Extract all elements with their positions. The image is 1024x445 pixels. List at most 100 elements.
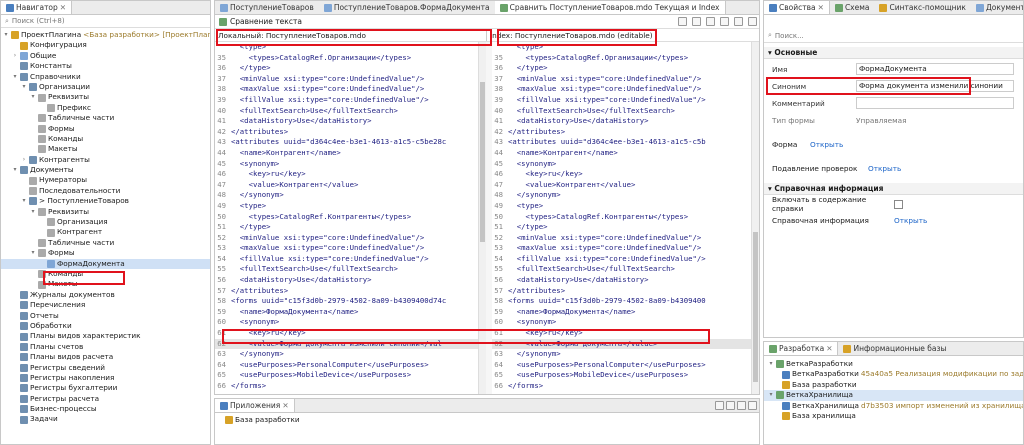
code-line[interactable]: <type> xyxy=(492,42,751,53)
code-line[interactable]: 39 <fillValue xsi:type="core:UndefinedVa… xyxy=(215,95,478,106)
prop-help-link[interactable]: Открыть xyxy=(894,216,927,225)
code-line[interactable]: 63 </synonym> xyxy=(215,349,478,360)
branch-dev-commit[interactable]: ВеткаРазработки 45a40a5 Реализация модифи… xyxy=(764,369,1023,379)
code-line[interactable]: 63 </synonym> xyxy=(492,349,751,360)
prop-form-link[interactable]: Открыть xyxy=(810,140,843,149)
navigator-item[interactable]: ▾ Организации xyxy=(1,82,210,92)
next-change-button[interactable] xyxy=(734,17,743,26)
code-line[interactable]: <type> xyxy=(215,42,478,53)
expand-toggle-icon[interactable]: ▾ xyxy=(12,165,18,175)
code-line[interactable]: 61 <key>ru</key> xyxy=(492,328,751,339)
tab-navigator[interactable]: Навигатор ✕ xyxy=(1,1,73,14)
navigator-item[interactable]: Организация xyxy=(1,217,210,227)
tab-infobases[interactable]: Информационные базы xyxy=(838,342,951,355)
code-line[interactable]: 36 </type> xyxy=(492,63,751,74)
navigator-item[interactable]: ▾ Формы xyxy=(1,248,210,258)
code-line[interactable]: 44 <name>Контрагент</name> xyxy=(492,148,751,159)
prev-diff-button[interactable] xyxy=(720,17,729,26)
navigator-item[interactable]: Отчеты xyxy=(1,311,210,321)
code-line[interactable]: 56 <dataHistory>Use</dataHistory> xyxy=(215,275,478,286)
left-code[interactable]: <type> 35 <types>CatalogRef.Организации</… xyxy=(215,42,479,394)
code-line[interactable]: 60 <synonym> xyxy=(215,317,478,328)
navigator-item[interactable]: ▾ > ПоступлениеТоваров xyxy=(1,196,210,206)
navigator-item[interactable]: › Общие xyxy=(1,51,210,61)
code-line[interactable]: 43 <attributes uuid="d364c4ee-b3e1-4613-a… xyxy=(492,137,751,148)
section-help[interactable]: ▾ Справочная информация xyxy=(764,183,1023,195)
expand-toggle-icon[interactable]: ▾ xyxy=(30,207,36,217)
navigator-search-input[interactable] xyxy=(11,17,192,25)
code-line[interactable]: 58 <forms uuid="c15f3d0b-2979-4502-8a09-b… xyxy=(215,296,478,307)
branch-dev-db[interactable]: База разработки xyxy=(764,380,1023,390)
code-line[interactable]: 55 <fullTextSearch>Use</fullTextSearch> xyxy=(215,264,478,275)
prop-highlight-link[interactable]: Открыть xyxy=(868,164,901,173)
navigator-item[interactable]: Планы видов расчета xyxy=(1,352,210,362)
code-line[interactable]: 44 <name>Контрагент</name> xyxy=(215,148,478,159)
navigator-item[interactable]: ▾ ПроектПлагина <База разработки> [ПроектП… xyxy=(1,30,210,40)
tab-docs[interactable]: Документиру xyxy=(971,1,1023,14)
code-line[interactable]: 62 <value>Форма документа</value> xyxy=(491,338,752,350)
code-line[interactable]: 45 <synonym> xyxy=(492,159,751,170)
navigator-item[interactable]: Бизнес-процессы xyxy=(1,404,210,414)
navigator-item[interactable]: Контрагент xyxy=(1,227,210,237)
code-line[interactable]: 35 <types>CatalogRef.Организации</types> xyxy=(215,53,478,64)
code-line[interactable]: 52 <minValue xsi:type="core:UndefinedVal… xyxy=(215,233,478,244)
navigator-item[interactable]: Обработки xyxy=(1,321,210,331)
tab-editor-1[interactable]: ПоступлениеТоваров xyxy=(215,1,319,14)
code-line[interactable]: 39 <fillValue xsi:type="core:UndefinedVa… xyxy=(492,95,751,106)
include-help-checkbox[interactable] xyxy=(894,199,903,209)
code-line[interactable]: 42 </attributes> xyxy=(215,127,478,138)
application-item[interactable]: База разработки xyxy=(215,413,759,427)
section-main[interactable]: ▾ Основные xyxy=(764,47,1023,59)
navigator-item[interactable]: Конфигурация xyxy=(1,40,210,50)
branch-storage[interactable]: ▾ ВеткаХранилища xyxy=(764,390,1023,401)
tab-applications[interactable]: Приложения ✕ xyxy=(215,399,295,412)
navigator-item[interactable]: ▾ Документы xyxy=(1,165,210,175)
debug-button[interactable] xyxy=(726,401,735,410)
tab-properties[interactable]: Свойства ✕ xyxy=(764,1,830,14)
right-scrollbar[interactable] xyxy=(751,42,759,394)
code-line[interactable]: 49 <type> xyxy=(215,201,478,212)
code-line[interactable]: 46 <key>ru</key> xyxy=(215,169,478,180)
navigator-item[interactable]: Перечисления xyxy=(1,300,210,310)
expand-toggle-icon[interactable]: ▾ xyxy=(3,30,9,40)
code-line[interactable]: 65 <usePurposes>MobileDevice</usePurpose… xyxy=(215,370,478,381)
close-icon[interactable]: ✕ xyxy=(818,1,824,14)
navigator-item[interactable]: › Контрагенты xyxy=(1,155,210,165)
properties-search[interactable]: ⌕ xyxy=(764,29,1023,43)
expand-toggle-icon[interactable]: ▾ xyxy=(21,196,27,206)
navigator-item[interactable]: Префикс xyxy=(1,103,210,113)
tab-editor-3[interactable]: Сравнить ПоступлениеТоваров.mdo Текущая … xyxy=(494,1,726,14)
code-line[interactable]: 40 <fullTextSearch>Use</fullTextSearch> xyxy=(215,106,478,117)
navigator-item[interactable]: Планы видов характеристик xyxy=(1,331,210,341)
navigator-item[interactable]: Макеты xyxy=(1,144,210,154)
tab-development[interactable]: Разработка ✕ xyxy=(764,342,839,355)
expand-toggle-icon[interactable]: › xyxy=(12,51,18,61)
code-line[interactable]: 64 <usePurposes>PersonalComputer</usePur… xyxy=(492,360,751,371)
code-line[interactable]: 62 <value>Форма документа изменили синон… xyxy=(215,338,479,350)
code-line[interactable]: 45 <synonym> xyxy=(215,159,478,170)
expand-toggle-icon[interactable]: ▾ xyxy=(30,248,36,258)
navigator-item[interactable]: Команды xyxy=(1,269,210,279)
tab-syntax[interactable]: Синтакс-помощник xyxy=(874,1,970,14)
code-line[interactable]: 51 </type> xyxy=(492,222,751,233)
expand-toggle-icon[interactable]: ▾ xyxy=(21,82,27,92)
code-line[interactable]: 40 <fullTextSearch>Use</fullTextSearch> xyxy=(492,106,751,117)
code-line[interactable]: 38 <maxValue xsi:type="core:UndefinedVal… xyxy=(215,84,478,95)
branch-storage-commit[interactable]: ВеткаХранилища d7b3503 импорт изменений и… xyxy=(764,401,1023,411)
code-line[interactable]: 56 <dataHistory>Use</dataHistory> xyxy=(492,275,751,286)
code-line[interactable]: 55 <fullTextSearch>Use</fullTextSearch> xyxy=(492,264,751,275)
code-line[interactable]: 47 <value>Контрагент</value> xyxy=(492,180,751,191)
code-line[interactable]: 60 <synonym> xyxy=(492,317,751,328)
left-scrollbar[interactable] xyxy=(478,42,486,394)
code-line[interactable]: 58 <forms uuid="c15f3d0b-2979-4502-8a09-b… xyxy=(492,296,751,307)
navigator-item[interactable]: Последовательности xyxy=(1,186,210,196)
minimize-button[interactable] xyxy=(748,401,757,410)
branch-storage-db[interactable]: База хранилища xyxy=(764,411,1023,421)
navigator-item[interactable]: Формы xyxy=(1,124,210,134)
code-line[interactable]: 61 <key>ru</key> xyxy=(215,328,478,339)
close-icon[interactable]: ✕ xyxy=(60,1,66,14)
code-line[interactable]: 57 </attributes> xyxy=(215,286,478,297)
code-line[interactable]: 38 <maxValue xsi:type="core:UndefinedVal… xyxy=(492,84,751,95)
navigator-item[interactable]: ФормаДокумента xyxy=(1,258,210,269)
navigator-item[interactable]: Журналы документов xyxy=(1,290,210,300)
